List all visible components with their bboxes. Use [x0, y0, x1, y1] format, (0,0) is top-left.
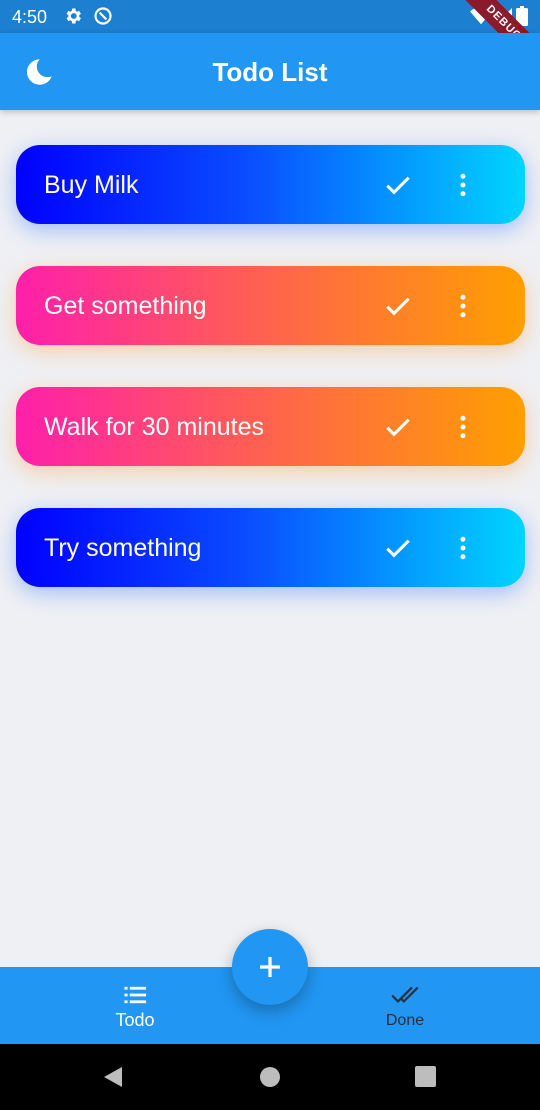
check-icon: [386, 418, 410, 437]
more-vertical-icon: [460, 415, 466, 439]
more-options-button[interactable]: [448, 532, 478, 564]
todo-title: Walk for 30 minutes: [44, 413, 264, 441]
more-vertical-icon: [460, 294, 466, 318]
mark-done-button[interactable]: [382, 169, 414, 201]
tab-done-label: Done: [385, 1012, 425, 1029]
mark-done-button[interactable]: [382, 411, 414, 443]
tab-done[interactable]: Done: [325, 967, 485, 1044]
more-options-button[interactable]: [448, 169, 478, 201]
back-icon[interactable]: [102, 1066, 124, 1088]
tab-todo-label: Todo: [115, 1010, 155, 1030]
more-options-button[interactable]: [448, 411, 478, 443]
more-vertical-icon: [460, 536, 466, 560]
tab-todo[interactable]: Todo: [55, 967, 215, 1044]
check-icon: [386, 297, 410, 316]
mark-done-button[interactable]: [382, 532, 414, 564]
no-disturb-icon: [93, 6, 115, 28]
todo-title: Buy Milk: [44, 171, 139, 199]
recents-icon[interactable]: [415, 1066, 436, 1087]
system-nav-bar: [0, 1044, 540, 1110]
todo-item[interactable]: Get something: [16, 266, 525, 345]
check-icon: [386, 539, 410, 558]
more-vertical-icon: [460, 173, 466, 197]
mark-done-button[interactable]: [382, 290, 414, 322]
add-todo-button[interactable]: [232, 929, 308, 1005]
todo-title: Get something: [44, 292, 207, 320]
todo-title: Try something: [44, 534, 202, 562]
todo-item[interactable]: Buy Milk: [16, 145, 525, 224]
app-bar: Todo List: [0, 33, 540, 110]
add-icon: [260, 957, 280, 977]
settings-icon: [63, 6, 85, 28]
status-bar: 4:50 DEBUG: [0, 0, 540, 81]
done-all-icon: [391, 986, 419, 1003]
status-time: 4:50: [12, 7, 48, 27]
todo-item[interactable]: Walk for 30 minutes: [16, 387, 525, 466]
check-icon: [386, 176, 410, 195]
todo-item[interactable]: Try something: [16, 508, 525, 587]
list-icon: [124, 986, 147, 1004]
page-title: Todo List: [212, 57, 328, 87]
home-icon[interactable]: [259, 1066, 281, 1088]
more-options-button[interactable]: [448, 290, 478, 322]
